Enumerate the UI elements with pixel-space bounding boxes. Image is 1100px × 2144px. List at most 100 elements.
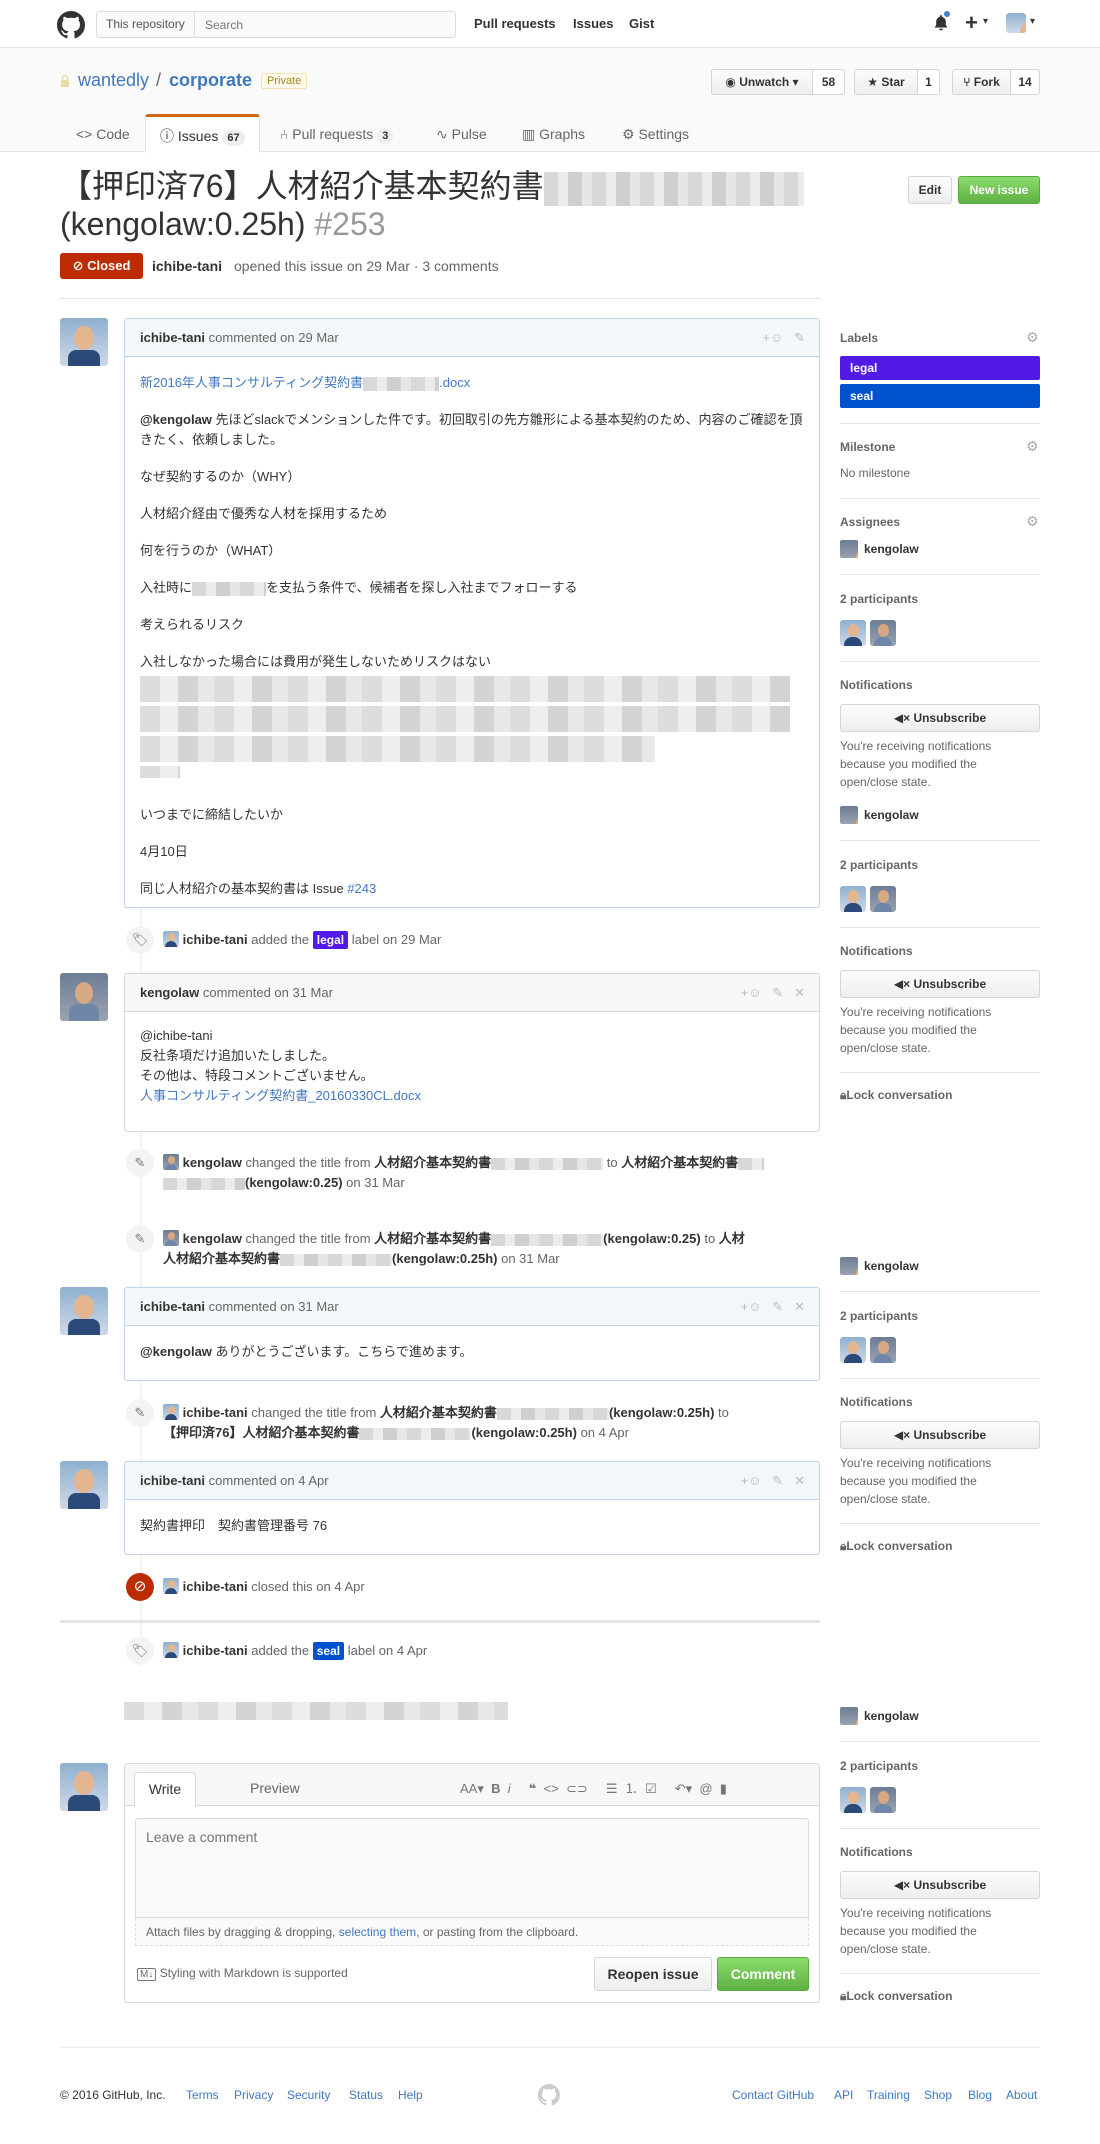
avatar[interactable] bbox=[60, 1763, 108, 1811]
github-logo-icon[interactable] bbox=[57, 11, 85, 39]
add-reaction-icon[interactable]: +☺ bbox=[741, 985, 762, 1000]
assignee-name[interactable]: kengolaw bbox=[864, 1709, 919, 1723]
fork-count[interactable]: 14 bbox=[1011, 69, 1040, 95]
event-date[interactable]: on 31 Mar bbox=[501, 1251, 560, 1266]
avatar[interactable] bbox=[163, 1230, 179, 1246]
assignee-name[interactable]: kengolaw bbox=[864, 1259, 919, 1273]
participant-avatar[interactable] bbox=[870, 1337, 896, 1363]
attachment-link[interactable]: 新2016年人事コンサルティング契約書 .docx bbox=[140, 375, 470, 391]
delete-x-icon[interactable]: ✕ bbox=[794, 1473, 805, 1488]
lock-conversation-link[interactable]: 🔒︎Lock conversation bbox=[840, 1088, 952, 1103]
issue-reference-link[interactable]: #243 bbox=[347, 881, 376, 896]
bullet-list-icon[interactable]: ☰ bbox=[606, 1781, 618, 1796]
github-mark-icon[interactable] bbox=[538, 2084, 560, 2106]
issue-author[interactable]: ichibe-tani bbox=[152, 258, 222, 274]
nav-pull-requests[interactable]: Pull requests bbox=[474, 16, 556, 31]
event-date[interactable]: on 31 Mar bbox=[346, 1175, 405, 1190]
unwatch-button[interactable]: ◉ Unwatch ▾ bbox=[711, 69, 813, 95]
reply-icon[interactable]: ↶▾ bbox=[675, 1781, 692, 1796]
participant-avatar[interactable] bbox=[840, 1787, 866, 1813]
task-list-icon[interactable]: ☑ bbox=[645, 1781, 657, 1796]
tab-code[interactable]: <> Code bbox=[76, 126, 130, 142]
user-mention[interactable]: @kengolaw bbox=[140, 412, 212, 427]
avatar[interactable] bbox=[60, 973, 108, 1021]
search-input[interactable] bbox=[203, 15, 448, 34]
event-actor[interactable]: ichibe-tani bbox=[183, 932, 248, 947]
footer-link-security[interactable]: Security bbox=[287, 2088, 330, 2102]
reopen-issue-button[interactable]: Reopen issue bbox=[594, 1957, 712, 1991]
comment-date[interactable]: commented on 31 Mar bbox=[203, 985, 333, 1000]
labels-gear-icon[interactable]: ⚙ bbox=[1026, 329, 1039, 346]
footer-link-shop[interactable]: Shop bbox=[924, 2088, 952, 2102]
tab-write[interactable]: Write bbox=[134, 1772, 196, 1807]
footer-link-about[interactable]: About bbox=[1006, 2088, 1037, 2102]
avatar[interactable] bbox=[163, 1404, 179, 1420]
add-reaction-icon[interactable]: +☺ bbox=[741, 1473, 762, 1488]
user-mention[interactable]: @kengolaw bbox=[140, 1344, 212, 1359]
tab-pulse[interactable]: ∿ Pulse bbox=[436, 126, 487, 143]
user-mention[interactable]: @ichibe-tani bbox=[140, 1026, 804, 1046]
avatar[interactable] bbox=[840, 806, 858, 824]
add-reaction-icon[interactable]: +☺ bbox=[741, 1299, 762, 1314]
sidebar-label-legal[interactable]: legal bbox=[840, 356, 1040, 380]
event-actor[interactable]: ichibe-tani bbox=[183, 1643, 248, 1658]
nav-issues[interactable]: Issues bbox=[573, 16, 613, 31]
sidebar-label-seal[interactable]: seal bbox=[840, 384, 1040, 408]
footer-link-help[interactable]: Help bbox=[398, 2088, 423, 2102]
milestone-gear-icon[interactable]: ⚙ bbox=[1026, 438, 1039, 455]
event-actor[interactable]: ichibe-tani bbox=[183, 1405, 248, 1420]
avatar[interactable] bbox=[163, 1642, 179, 1658]
avatar[interactable] bbox=[840, 1257, 858, 1275]
tab-issues-selected[interactable]: ⓘ Issues 67 bbox=[145, 114, 260, 153]
text-size-icon[interactable]: AA▾ bbox=[460, 1781, 484, 1796]
numbered-list-icon[interactable]: ⒈ bbox=[625, 1781, 638, 1796]
delete-x-icon[interactable]: ✕ bbox=[794, 985, 805, 1000]
edit-pencil-icon[interactable]: ✎ bbox=[772, 1299, 783, 1314]
code-icon[interactable]: <> bbox=[544, 1781, 559, 1796]
event-date[interactable]: on 4 Apr bbox=[581, 1425, 629, 1440]
participant-avatar[interactable] bbox=[870, 886, 896, 912]
edit-pencil-icon[interactable]: ✎ bbox=[772, 1473, 783, 1488]
event-actor[interactable]: kengolaw bbox=[183, 1155, 242, 1170]
comment-date[interactable]: commented on 31 Mar bbox=[209, 1299, 339, 1314]
comment-author[interactable]: kengolaw bbox=[140, 985, 199, 1000]
participant-avatar[interactable] bbox=[840, 886, 866, 912]
comment-date[interactable]: commented on 29 Mar bbox=[209, 330, 339, 345]
footer-link-contact[interactable]: Contact GitHub bbox=[732, 2088, 814, 2102]
edit-title-button[interactable]: Edit bbox=[908, 176, 952, 204]
avatar[interactable] bbox=[840, 540, 858, 558]
event-actor[interactable]: ichibe-tani bbox=[183, 1579, 248, 1594]
assignee-name[interactable]: kengolaw bbox=[864, 542, 919, 556]
nav-gist[interactable]: Gist bbox=[629, 16, 654, 31]
comment-date[interactable]: commented on 4 Apr bbox=[209, 1473, 329, 1488]
footer-link-api[interactable]: API bbox=[834, 2088, 853, 2102]
star-count[interactable]: 1 bbox=[918, 69, 940, 95]
assignee-name[interactable]: kengolaw bbox=[864, 808, 919, 822]
bold-icon[interactable]: B bbox=[491, 1781, 500, 1796]
fork-button[interactable]: ⑂ Fork bbox=[952, 69, 1011, 95]
lock-conversation-link[interactable]: 🔒︎Lock conversation bbox=[840, 1539, 952, 1554]
comment-submit-button[interactable]: Comment bbox=[717, 1957, 809, 1991]
participant-avatar[interactable] bbox=[870, 620, 896, 646]
avatar[interactable] bbox=[60, 1287, 108, 1335]
participant-avatar[interactable] bbox=[870, 1787, 896, 1813]
attachment-link[interactable]: 人事コンサルティング契約書_20160330CL.docx bbox=[140, 1088, 421, 1103]
comment-textarea[interactable] bbox=[135, 1818, 809, 1918]
unsubscribe-button[interactable]: ◀× Unsubscribe bbox=[840, 970, 1040, 998]
add-reaction-icon[interactable]: +☺ bbox=[762, 330, 783, 345]
create-new-plus-icon[interactable]: + bbox=[965, 10, 978, 36]
star-button[interactable]: ★ Star bbox=[854, 69, 918, 95]
unsubscribe-button[interactable]: ◀× Unsubscribe bbox=[840, 704, 1040, 732]
avatar[interactable] bbox=[163, 931, 179, 947]
repo-name-link[interactable]: corporate bbox=[169, 70, 252, 91]
tab-graphs[interactable]: ▥ Graphs bbox=[522, 126, 585, 143]
comment-author[interactable]: ichibe-tani bbox=[140, 330, 205, 345]
footer-link-blog[interactable]: Blog bbox=[968, 2088, 992, 2102]
tab-issues[interactable]: ⓘ Issues 67 bbox=[160, 126, 245, 146]
create-new-caret-icon[interactable]: ▾ bbox=[983, 16, 988, 27]
italic-icon[interactable]: i bbox=[508, 1781, 511, 1796]
tab-settings[interactable]: ⚙ Settings bbox=[622, 126, 689, 143]
event-actor[interactable]: kengolaw bbox=[183, 1231, 242, 1246]
user-avatar-menu[interactable] bbox=[1006, 13, 1026, 33]
comment-author[interactable]: ichibe-tani bbox=[140, 1299, 205, 1314]
